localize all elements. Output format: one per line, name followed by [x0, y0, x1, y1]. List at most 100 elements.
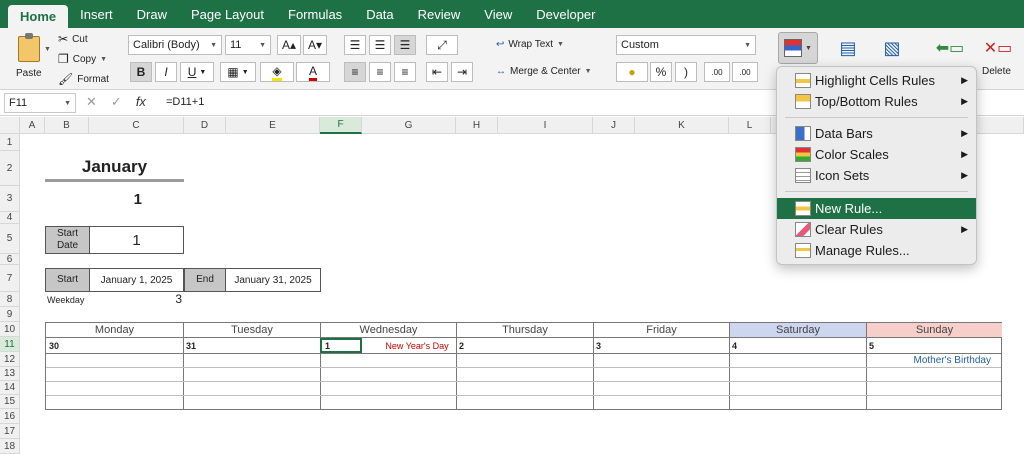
conditional-formatting-button[interactable]: ▼: [778, 32, 818, 64]
menu-item-manage-rules[interactable]: Manage Rules...: [777, 240, 976, 261]
column-header-l[interactable]: L: [729, 117, 771, 134]
percent-button[interactable]: %: [650, 62, 672, 82]
menu-item-color-scales[interactable]: Color Scales ▶: [777, 144, 976, 165]
row-header[interactable]: 7: [0, 265, 20, 292]
align-center-button[interactable]: ≡: [369, 62, 391, 82]
start-date-label[interactable]: Start Date: [45, 226, 90, 254]
column-header-i[interactable]: I: [498, 117, 593, 134]
column-header-j[interactable]: J: [593, 117, 635, 134]
date-cell-friday[interactable]: 3: [593, 338, 729, 353]
menu-item-new-rule[interactable]: New Rule...: [777, 198, 976, 219]
increase-font-button[interactable]: A▴: [277, 35, 301, 55]
insert-cells-button[interactable]: ⬅▭: [930, 34, 970, 62]
row-header[interactable]: 8: [0, 292, 20, 307]
cut-button[interactable]: ✂ Cut: [58, 32, 88, 46]
day-header-friday[interactable]: Friday: [594, 323, 730, 338]
font-name-select[interactable]: Calibri (Body) ▼: [128, 35, 222, 55]
align-right-button[interactable]: ≡: [394, 62, 416, 82]
column-header-d[interactable]: D: [184, 117, 226, 134]
row-header[interactable]: 14: [0, 381, 20, 395]
copy-button[interactable]: ❐ Copy ▼: [58, 52, 107, 66]
month-title[interactable]: January: [45, 155, 184, 179]
increase-indent-button[interactable]: ⇥: [451, 62, 473, 82]
row-header[interactable]: 16: [0, 409, 20, 424]
column-header-c[interactable]: C: [89, 117, 184, 134]
date-cell-tuesday[interactable]: 31: [183, 338, 320, 353]
row-header[interactable]: 2: [0, 151, 20, 186]
tab-home[interactable]: Home: [8, 5, 69, 28]
row-header[interactable]: 11: [0, 337, 20, 352]
menu-item-highlight-cells-rules[interactable]: Highlight Cells Rules ▶: [777, 70, 976, 91]
decrease-indent-button[interactable]: ⇤: [426, 62, 448, 82]
day-header-thursday[interactable]: Thursday: [457, 323, 594, 338]
start-value[interactable]: January 1, 2025: [89, 268, 184, 292]
start-label[interactable]: Start: [45, 268, 90, 292]
month-number[interactable]: 1: [45, 187, 184, 211]
menu-item-icon-sets[interactable]: Icon Sets ▶: [777, 165, 976, 186]
format-as-table-button[interactable]: ▤: [830, 34, 866, 62]
comma-style-button[interactable]: ): [675, 62, 697, 82]
tab-insert[interactable]: Insert: [68, 0, 125, 28]
insert-function-icon[interactable]: fx: [136, 94, 146, 110]
accounting-format-button[interactable]: ●: [616, 62, 648, 82]
align-left-button[interactable]: ≡: [344, 62, 366, 82]
menu-item-data-bars[interactable]: Data Bars ▶: [777, 123, 976, 144]
row-header[interactable]: 10: [0, 322, 20, 337]
column-header-h[interactable]: H: [456, 117, 498, 134]
day-header-monday[interactable]: Monday: [46, 323, 184, 338]
font-size-select[interactable]: 11 ▼: [225, 35, 271, 55]
column-header-e[interactable]: E: [226, 117, 320, 134]
borders-button[interactable]: ▦ ▼: [220, 62, 256, 82]
tab-data[interactable]: Data: [354, 0, 405, 28]
tab-developer[interactable]: Developer: [524, 0, 607, 28]
day-header-wednesday[interactable]: Wednesday: [321, 323, 457, 338]
wrap-text-button[interactable]: ↩ Wrap Text ▼: [496, 39, 564, 50]
menu-item-top-bottom-rules[interactable]: Top/Bottom Rules ▶: [777, 91, 976, 112]
column-header-b[interactable]: B: [45, 117, 89, 134]
formula-input[interactable]: =D11+1: [166, 96, 204, 108]
row-header[interactable]: 4: [0, 212, 20, 224]
row-header[interactable]: 13: [0, 367, 20, 381]
row-header[interactable]: 12: [0, 352, 20, 367]
date-cell-thursday[interactable]: 2: [456, 338, 593, 353]
italic-button[interactable]: I: [155, 62, 177, 82]
column-header-a[interactable]: A: [20, 117, 45, 134]
row-header[interactable]: 6: [0, 254, 20, 265]
start-date-value[interactable]: 1: [89, 226, 184, 254]
fill-color-button[interactable]: ◈: [260, 62, 294, 82]
name-box[interactable]: F11 ▼: [4, 93, 76, 113]
day-header-sunday[interactable]: Sunday: [867, 323, 1002, 338]
date-cell-wednesday-selected[interactable]: 1: [320, 338, 362, 353]
select-all-corner[interactable]: [0, 117, 20, 134]
column-header-f[interactable]: F: [320, 117, 362, 134]
menu-item-clear-rules[interactable]: Clear Rules ▶: [777, 219, 976, 240]
cancel-icon[interactable]: ✕: [86, 94, 97, 110]
column-header-g[interactable]: G: [362, 117, 456, 134]
confirm-icon[interactable]: ✓: [111, 94, 122, 110]
cell-styles-button[interactable]: ▧: [874, 34, 910, 62]
row-header[interactable]: 17: [0, 424, 20, 439]
number-format-select[interactable]: Custom ▼: [616, 35, 756, 55]
row-header[interactable]: 5: [0, 224, 20, 254]
tab-formulas[interactable]: Formulas: [276, 0, 354, 28]
underline-button[interactable]: U ▼: [180, 62, 214, 82]
date-cell-monday[interactable]: 30: [46, 338, 183, 353]
tab-view[interactable]: View: [472, 0, 524, 28]
merge-center-button[interactable]: ↔ Merge & Center ▼: [496, 66, 592, 77]
date-cell-sunday[interactable]: 5: [866, 338, 1001, 353]
row-header[interactable]: 18: [0, 439, 20, 454]
align-middle-button[interactable]: ☰: [369, 35, 391, 55]
day-header-tuesday[interactable]: Tuesday: [184, 323, 321, 338]
font-color-button[interactable]: A: [296, 62, 330, 82]
event-mothers-birthday[interactable]: Mother's Birthday: [868, 353, 992, 367]
column-header-k[interactable]: K: [635, 117, 729, 134]
event-new-years-day[interactable]: New Year's Day: [378, 338, 456, 353]
row-header[interactable]: 9: [0, 307, 20, 322]
weekday-value[interactable]: 3: [150, 292, 182, 306]
day-header-saturday[interactable]: Saturday: [730, 323, 867, 338]
increase-decimal-button[interactable]: .00: [704, 62, 730, 82]
align-bottom-button[interactable]: ☰: [394, 35, 416, 55]
delete-cells-button[interactable]: ✕▭: [978, 34, 1018, 62]
row-header[interactable]: 1: [0, 134, 20, 151]
tab-draw[interactable]: Draw: [125, 0, 179, 28]
